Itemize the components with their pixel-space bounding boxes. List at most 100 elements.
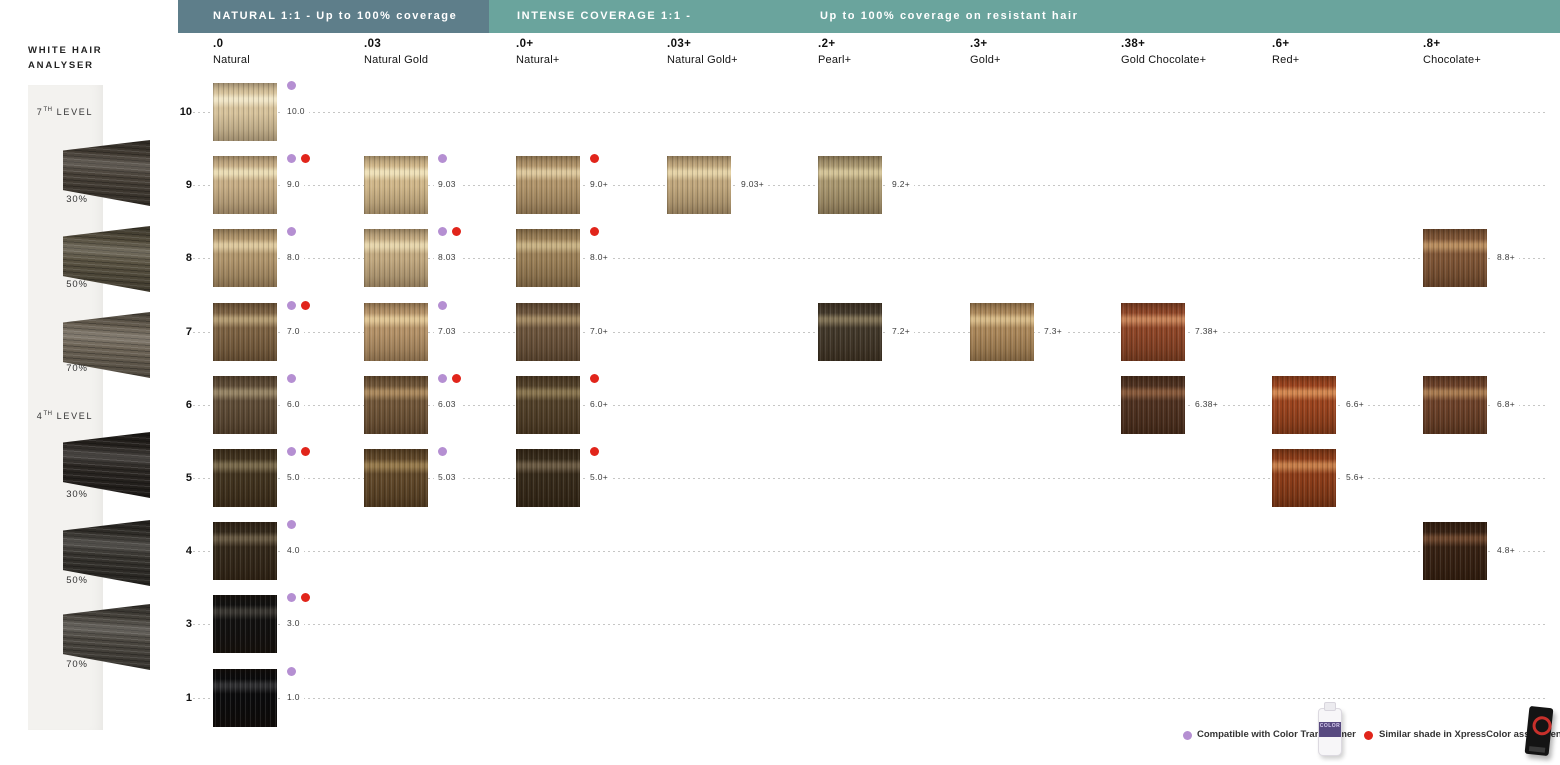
shade-swatch-7-0 xyxy=(213,303,277,361)
transformer-dot xyxy=(287,520,296,529)
column-name: Natural xyxy=(213,54,250,66)
shade-swatch-7-2plus xyxy=(818,303,882,361)
shade-swatch-6-0plus xyxy=(516,376,580,434)
shade-label-7-3plus: 7.3+ xyxy=(1040,326,1066,336)
white-hair-pct-label: 50% xyxy=(57,279,97,290)
shade-label-6-8plus: 6.8+ xyxy=(1493,399,1519,409)
shade-label-3-0: 3.0 xyxy=(283,618,304,628)
shade-swatch-6-6plus xyxy=(1272,376,1336,434)
transformer-dot xyxy=(438,374,447,383)
column-code: .6+ xyxy=(1272,38,1299,50)
column-code: .0 xyxy=(213,38,250,50)
shade-label-6-0plus: 6.0+ xyxy=(586,399,612,409)
column-header-naturalplus: .0+Natural+ xyxy=(516,38,559,66)
transformer-dot xyxy=(287,227,296,236)
shade-label-7-2plus: 7.2+ xyxy=(888,326,914,336)
row-dotted-line-1 xyxy=(193,698,1545,699)
column-header-gold-chocolateplus: .38+ Gold Chocolate+ xyxy=(1121,38,1206,66)
transformer-dot xyxy=(438,447,447,456)
shade-label-9-03: 9.03 xyxy=(434,179,460,189)
column-name: Pearl+ xyxy=(818,54,851,66)
column-name: Gold+ xyxy=(970,54,1001,66)
transformer-dot xyxy=(287,81,296,90)
shade-label-4-8plus: 4.8+ xyxy=(1493,545,1519,555)
xpress-legend-dot xyxy=(1364,731,1373,740)
transformer-dot xyxy=(438,301,447,310)
shade-label-9-0plus: 9.0+ xyxy=(586,179,612,189)
natural-header-bar: NATURAL 1:1 - Up to 100% coverage xyxy=(178,0,489,33)
bottle-label: COLOR xyxy=(1319,722,1341,737)
column-code: .38+ xyxy=(1121,38,1206,50)
xpress-dot xyxy=(452,374,461,383)
column-name: Natural Gold xyxy=(364,54,428,66)
hair-shade-chart: NATURAL 1:1 - Up to 100% coverage INTENS… xyxy=(0,0,1560,765)
transformer-dot xyxy=(287,667,296,676)
xpress-dot xyxy=(301,593,310,602)
level-number-8: 8 xyxy=(160,252,192,264)
shade-swatch-7-0plus xyxy=(516,303,580,361)
shade-label-6-0: 6.0 xyxy=(283,399,304,409)
white-hair-pct-label: 70% xyxy=(57,659,97,670)
column-name: Natural+ xyxy=(516,54,559,66)
row-dotted-line-10 xyxy=(193,112,1545,113)
column-name: Gold Chocolate+ xyxy=(1121,54,1206,66)
shade-swatch-9-0 xyxy=(213,156,277,214)
shade-label-5-03: 5.03 xyxy=(434,472,460,482)
transformer-dot xyxy=(438,154,447,163)
shade-label-8-0plus: 8.0+ xyxy=(586,252,612,262)
transformer-dot xyxy=(287,154,296,163)
column-header-redplus: .6+ Red+ xyxy=(1272,38,1299,66)
shade-label-8-8plus: 8.8+ xyxy=(1493,252,1519,262)
xpresscolor-tube-image xyxy=(1525,706,1554,756)
shade-swatch-9-2plus xyxy=(818,156,882,214)
xpress-dot xyxy=(590,447,599,456)
column-header-natural-goldplus: .03+Natural Gold+ xyxy=(667,38,738,66)
column-header-natural-gold: .03 Natural Gold xyxy=(364,38,428,66)
shade-label-8-03: 8.03 xyxy=(434,252,460,262)
xpress-dot xyxy=(590,227,599,236)
transformer-dot xyxy=(438,227,447,236)
shade-label-6-6plus: 6.6+ xyxy=(1342,399,1368,409)
shade-label-5-0: 5.0 xyxy=(283,472,304,482)
level-number-4: 4 xyxy=(160,545,192,557)
transformer-dot xyxy=(287,374,296,383)
resistant-header-label: Up to 100% coverage on resistant hair xyxy=(820,10,1079,22)
shade-swatch-5-0 xyxy=(213,449,277,507)
column-header-pearlplus: .2+Pearl+ xyxy=(818,38,851,66)
xpress-dot xyxy=(301,301,310,310)
natural-header-label: NATURAL 1:1 - Up to 100% coverage xyxy=(213,10,457,22)
shade-label-1-0: 1.0 xyxy=(283,692,304,702)
shade-swatch-1-0 xyxy=(213,669,277,727)
level-number-5: 5 xyxy=(160,472,192,484)
color-transformer-bottle-image: COLOR xyxy=(1318,708,1342,756)
column-header-natural: .0 Natural xyxy=(213,38,250,66)
shade-swatch-4-0 xyxy=(213,522,277,580)
shade-swatch-10-0 xyxy=(213,83,277,141)
shade-label-9-2plus: 9.2+ xyxy=(888,179,914,189)
level-number-3: 3 xyxy=(160,618,192,630)
column-code: .03+ xyxy=(667,38,738,50)
transformer-dot xyxy=(287,447,296,456)
shade-label-7-38plus: 7.38+ xyxy=(1191,326,1222,336)
shade-swatch-8-03 xyxy=(364,229,428,287)
row-dotted-line-4 xyxy=(193,551,1545,552)
column-code: .03 xyxy=(364,38,428,50)
shade-swatch-8-8plus xyxy=(1423,229,1487,287)
shade-swatch-8-0plus xyxy=(516,229,580,287)
xpress-dot xyxy=(301,447,310,456)
level-group-label-7: 7TH LEVEL xyxy=(30,107,100,117)
transformer-dot xyxy=(287,301,296,310)
level-number-10: 10 xyxy=(160,106,192,118)
level-number-1: 1 xyxy=(160,692,192,704)
xpress-dot xyxy=(452,227,461,236)
column-code: .3+ xyxy=(970,38,1001,50)
white-hair-pct-label: 30% xyxy=(57,489,97,500)
column-name: Red+ xyxy=(1272,54,1299,66)
column-name: Chocolate+ xyxy=(1423,54,1481,66)
shade-swatch-5-6plus xyxy=(1272,449,1336,507)
white-hair-pct-label: 30% xyxy=(57,194,97,205)
shade-swatch-6-38plus xyxy=(1121,376,1185,434)
white-hair-pct-label: 50% xyxy=(57,575,97,586)
shade-label-7-0: 7.0 xyxy=(283,326,304,336)
level-number-7: 7 xyxy=(160,326,192,338)
